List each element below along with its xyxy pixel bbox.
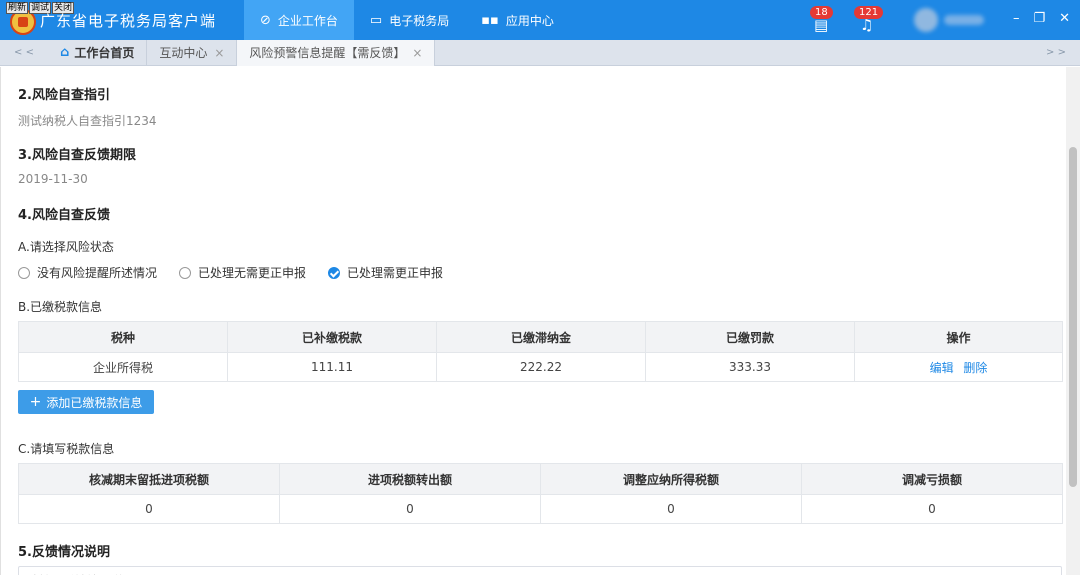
user-name-blurred bbox=[944, 15, 984, 25]
tab-interaction-center[interactable]: 互动中心 × bbox=[147, 40, 238, 66]
table-cell-input[interactable]: 0 bbox=[279, 494, 541, 524]
table-header-row: 税种 已补缴税款 已缴滞纳金 已缴罚款 操作 bbox=[18, 321, 1063, 353]
col-header: 操作 bbox=[854, 321, 1063, 353]
scrollbar-thumb[interactable] bbox=[1069, 147, 1077, 487]
col-header: 进项税额转出额 bbox=[279, 463, 541, 495]
tab-scroll-right-icon[interactable]: > > bbox=[1032, 40, 1080, 66]
radio-no-correction-needed[interactable]: 已处理无需更正申报 bbox=[179, 264, 306, 281]
table-cell-input[interactable]: 0 bbox=[801, 494, 1063, 524]
edit-link[interactable]: 编辑 bbox=[930, 361, 954, 375]
col-header: 已缴滞纳金 bbox=[436, 321, 646, 353]
minimize-icon[interactable]: – bbox=[1013, 11, 1020, 26]
tab-label: 风险预警信息提醒【需反馈】 bbox=[249, 46, 406, 60]
home-icon: ⌂ bbox=[60, 45, 70, 60]
table-header-row: 核减期末留抵进项税额 进项税额转出额 调整应纳所得税额 调减亏损额 bbox=[18, 463, 1063, 495]
nav-label: 企业工作台 bbox=[277, 13, 338, 28]
section-5-title: 5.反馈情况说明 bbox=[18, 545, 110, 560]
table-cell-actions: 编辑 删除 bbox=[854, 352, 1063, 382]
radio-circle[interactable] bbox=[179, 266, 192, 279]
nav-e-tax-bureau[interactable]: ▭ 电子税务局 bbox=[354, 0, 465, 40]
nav-label: 应用中心 bbox=[505, 13, 554, 28]
close-icon[interactable]: ✕ bbox=[1059, 11, 1070, 26]
section-2-title: 2.风险自查指引 bbox=[18, 88, 110, 103]
tab-risk-warning[interactable]: 风险预警信息提醒【需反馈】 × bbox=[237, 40, 436, 66]
tab-close-icon[interactable]: × bbox=[412, 40, 422, 66]
paid-tax-table: 税种 已补缴税款 已缴滞纳金 已缴罚款 操作 企业所得税 111.11 222.… bbox=[18, 321, 1063, 382]
tab-label: 互动中心 bbox=[159, 46, 208, 60]
tab-home[interactable]: ⌂ 工作台首页 bbox=[48, 40, 148, 66]
main-content: 2.风险自查指引 测试纳税人自查指引1234 3.风险自查反馈期限 2019-1… bbox=[0, 67, 1066, 575]
table-row: 企业所得税 111.11 222.22 333.33 编辑 删除 bbox=[18, 352, 1063, 382]
paid-tax-info-label: B.已缴税款信息 bbox=[18, 300, 103, 314]
main-nav: ⊘ 企业工作台 ▭ 电子税务局 ▪▪ 应用中心 bbox=[244, 0, 570, 40]
col-header: 调减亏损额 bbox=[801, 463, 1063, 495]
todo-notification[interactable]: ▤ 18 bbox=[806, 6, 836, 36]
grid-icon: ▪▪ bbox=[481, 12, 499, 28]
section-4-title: 4.风险自查反馈 bbox=[18, 208, 110, 223]
radio-no-risk[interactable]: 没有风险提醒所述情况 bbox=[18, 264, 157, 281]
risk-status-label: A.请选择风险状态 bbox=[18, 240, 114, 254]
tab-label: 工作台首页 bbox=[74, 46, 135, 60]
user-profile[interactable] bbox=[908, 7, 990, 33]
title-bar: 刷新 调试 关闭 广东省电子税务局客户端 ⊘ 企业工作台 ▭ 电子税务局 ▪▪ … bbox=[0, 0, 1080, 40]
tab-close-icon[interactable]: × bbox=[214, 40, 224, 66]
col-header: 已缴罚款 bbox=[645, 321, 855, 353]
table-cell: 222.22 bbox=[436, 352, 646, 382]
bell-notification[interactable]: ♫ 121 bbox=[852, 6, 884, 36]
nav-enterprise-workbench[interactable]: ⊘ 企业工作台 bbox=[244, 0, 354, 40]
col-header: 税种 bbox=[18, 321, 228, 353]
bell-count-badge: 121 bbox=[854, 6, 884, 19]
table-cell: 333.33 bbox=[645, 352, 855, 382]
radio-label: 没有风险提醒所述情况 bbox=[37, 266, 158, 280]
nav-app-center[interactable]: ▪▪ 应用中心 bbox=[465, 0, 570, 40]
open-tabs: ⌂ 工作台首页 互动中心 × 风险预警信息提醒【需反馈】 × bbox=[48, 40, 436, 66]
tax-info-table: 核减期末留抵进项税额 进项税额转出额 调整应纳所得税额 调减亏损额 0 0 0 … bbox=[18, 463, 1063, 524]
radio-correction-needed[interactable]: 已处理需更正申报 bbox=[328, 264, 443, 281]
table-cell-input[interactable]: 0 bbox=[18, 494, 280, 524]
tab-scroll-left-icon[interactable]: < < bbox=[0, 40, 48, 66]
table-row: 0 0 0 0 bbox=[18, 494, 1063, 524]
monitor-icon: ▭ bbox=[369, 12, 383, 28]
nav-label: 电子税务局 bbox=[389, 13, 450, 28]
radio-label: 已处理无需更正申报 bbox=[198, 266, 307, 280]
radio-checked-icon[interactable] bbox=[328, 266, 341, 279]
vertical-scrollbar[interactable] bbox=[1066, 67, 1080, 575]
button-label: 添加已缴税款信息 bbox=[46, 395, 143, 410]
tax-info-label: C.请填写税款信息 bbox=[18, 442, 115, 456]
col-header: 已补缴税款 bbox=[227, 321, 437, 353]
todo-count-badge: 18 bbox=[810, 6, 833, 19]
table-cell: 企业所得税 bbox=[18, 352, 228, 382]
delete-link[interactable]: 删除 bbox=[963, 361, 987, 375]
plus-icon: + bbox=[29, 394, 42, 410]
maximize-icon[interactable]: ❐ bbox=[1033, 11, 1045, 26]
compass-icon: ⊘ bbox=[260, 12, 271, 28]
add-paid-tax-button[interactable]: + 添加已缴税款信息 bbox=[18, 390, 154, 414]
table-cell-input[interactable]: 0 bbox=[540, 494, 802, 524]
risk-status-radio-group: 没有风险提醒所述情况 已处理无需更正申报 已处理需更正申报 bbox=[18, 264, 465, 281]
table-cell: 111.11 bbox=[227, 352, 437, 382]
radio-circle[interactable] bbox=[18, 266, 30, 279]
tab-strip: < < ⌂ 工作台首页 互动中心 × 风险预警信息提醒【需反馈】 × > > bbox=[0, 40, 1080, 66]
section-3-title: 3.风险自查反馈期限 bbox=[18, 148, 136, 163]
col-header: 核减期末留抵进项税额 bbox=[18, 463, 280, 495]
self-check-guide-value: 测试纳税人自查指引1234 bbox=[18, 114, 157, 128]
avatar bbox=[914, 8, 938, 32]
radio-label: 已处理需更正申报 bbox=[347, 266, 444, 280]
feedback-deadline-value: 2019-11-30 bbox=[18, 172, 88, 186]
feedback-textarea[interactable] bbox=[18, 566, 1062, 575]
refresh-debug-button[interactable]: 刷新 bbox=[6, 2, 29, 14]
app-title: 广东省电子税务局客户端 bbox=[40, 12, 217, 30]
window-controls: – ❐ ✕ bbox=[999, 11, 1070, 26]
col-header: 调整应纳所得税额 bbox=[540, 463, 802, 495]
